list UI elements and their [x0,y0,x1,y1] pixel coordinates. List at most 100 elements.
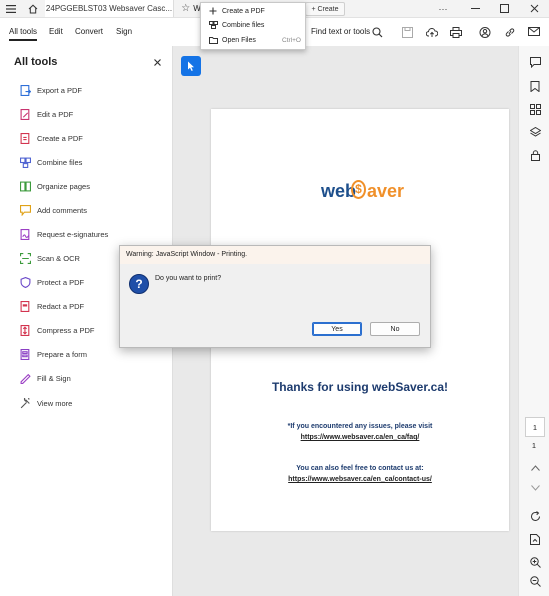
find-text-label[interactable]: Find text or tools [311,27,370,36]
account-add-icon[interactable] [478,25,492,39]
tool-protect-a-pdf[interactable]: Protect a PDF [20,275,84,289]
cursor-arrow-icon [188,61,194,71]
search-icon[interactable] [370,25,384,39]
protect-icon [20,276,31,288]
mail-icon[interactable] [527,25,541,39]
tool-label: Scan & OCR [37,253,80,263]
new-tab-button[interactable]: + Create [305,2,345,16]
print-icon[interactable] [449,25,463,39]
menu-item-shortcut: Ctrl+O [282,36,301,44]
tool-label: Export a PDF [37,85,83,95]
tool-compress-a-pdf[interactable]: Compress a PDF [20,323,95,337]
export-pdf-icon [20,84,31,96]
minimize-icon[interactable] [468,2,482,15]
menu-item-label: Create a PDF [222,7,265,15]
menu-item-label: Combine files [222,21,265,29]
tool-export-a-pdf[interactable]: Export a PDF [20,83,82,97]
logo-text-aver: aver [367,181,405,201]
contact-text: You can also feel free to contact us at: [296,465,424,472]
maximize-icon[interactable] [497,2,511,15]
zoom-out-icon[interactable] [527,573,543,589]
issues-text: *If you encountered any issues, please v… [287,423,433,430]
thumbnails-icon[interactable] [527,101,543,117]
tool-scan-ocr[interactable]: Scan & OCR [20,251,80,265]
contact-link[interactable]: https://www.websaver.ca/en_ca/contact-us… [211,476,509,483]
right-rail [518,46,549,596]
tool-label: Create a PDF [37,133,83,143]
tool-label: View more [37,398,73,408]
tool-add-comments[interactable]: Add comments [20,203,87,217]
close-window-icon[interactable] [527,2,541,15]
document-tab[interactable]: 24PGGEBLST03 Websaver Casc... [45,0,174,17]
compress-icon [20,324,31,336]
menu-item-open-files[interactable]: Open Files Ctrl+O [201,33,305,47]
link-icon[interactable] [503,25,517,39]
create-dropdown-menu: Create a PDF Combine files Open Files Ct… [200,2,306,50]
chevron-up-icon[interactable] [527,462,543,474]
request-signature-icon [20,228,31,240]
select-tool-button[interactable] [181,56,201,76]
tool-label: Protect a PDF [37,277,85,287]
tool-label: Fill & Sign [37,373,71,383]
menu-item-create-pdf[interactable]: Create a PDF [201,4,305,18]
create-pdf-icon [20,132,31,144]
tool-redact-a-pdf[interactable]: Redact a PDF [20,299,84,313]
bookmark-icon[interactable] [527,78,543,94]
view-more-icon [20,397,31,409]
logo-dollar-icon: $ [351,180,366,199]
tool-organize-pages[interactable]: Organize pages [20,179,90,193]
document-tab-title: 24PGGEBLST03 Websaver Casc... [45,4,173,13]
page-fit-icon[interactable] [527,531,543,547]
rotate-icon[interactable] [527,508,543,524]
tool-label: Compress a PDF [37,325,95,335]
tool-edit-a-pdf[interactable]: Edit a PDF [20,107,73,121]
organize-pages-icon [20,181,31,192]
chevron-down-icon[interactable] [527,482,543,494]
close-panel-icon[interactable] [150,55,164,69]
no-button[interactable]: No [370,322,420,336]
form-icon [20,348,31,360]
tab-convert[interactable]: Convert [75,27,103,36]
page-number-input[interactable]: 1 [525,417,545,437]
comment-icon [20,204,31,216]
tool-label: Prepare a form [37,349,88,359]
save-icon[interactable] [400,25,414,39]
menu-item-label: Open Files [222,36,256,44]
tool-prepare-a-form[interactable]: Prepare a form [20,347,87,361]
websaver-logo: web $ aver [321,179,405,205]
tab-sign[interactable]: Sign [116,27,132,36]
tab-edit[interactable]: Edit [49,27,63,36]
tools-panel-title: All tools [14,56,58,68]
faq-link[interactable]: https://www.websaver.ca/en_ca/faq/ [211,434,509,441]
tool-combine-files[interactable]: Combine files [20,155,82,169]
tool-view-more[interactable]: View more [20,396,72,410]
plus-icon [206,7,220,15]
thanks-heading: Thanks for using webSaver.ca! [271,380,449,394]
zoom-in-icon[interactable] [527,554,543,570]
dialog-message: Do you want to print? [155,275,222,282]
tool-fill-sign[interactable]: Fill & Sign [20,371,71,385]
dialog-title-bar: Warning: JavaScript Window - Printing. [120,246,430,264]
tool-request-e-signatures[interactable]: Request e-signatures [20,227,108,241]
dialog-title: Warning: JavaScript Window - Printing. [126,251,248,258]
tool-create-a-pdf[interactable]: Create a PDF [20,131,83,145]
layers-icon[interactable] [527,124,543,140]
tool-label: Edit a PDF [37,109,74,119]
hamburger-menu-icon[interactable] [4,2,18,15]
upload-cloud-icon[interactable] [425,25,439,39]
more-options-icon[interactable]: ··· [436,2,450,15]
page-total: 1 [531,441,537,450]
tool-label: Request e-signatures [37,229,109,239]
lock-icon[interactable] [527,147,543,163]
question-icon: ? [129,274,149,294]
star-icon[interactable]: ☆ [181,3,190,14]
redact-icon [20,300,31,312]
menu-item-combine-files[interactable]: Combine files [201,18,305,32]
combine-files-icon [206,21,220,29]
tool-label: Combine files [37,157,83,167]
tab-all-tools[interactable]: All tools [9,27,38,41]
home-icon[interactable] [26,2,40,15]
folder-icon [206,36,220,44]
comment-panel-icon[interactable] [527,54,543,70]
yes-button[interactable]: Yes [312,322,362,336]
